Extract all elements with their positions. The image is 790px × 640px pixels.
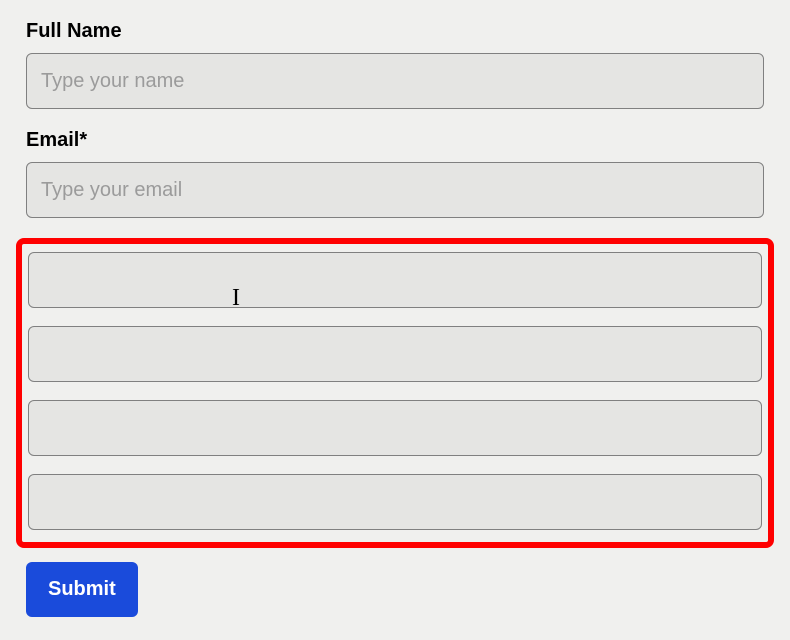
extra-input-4[interactable]: [28, 474, 762, 530]
full-name-input[interactable]: [26, 53, 764, 109]
contact-form: Full Name Email* Submit: [26, 20, 764, 617]
extra-input-1[interactable]: [28, 252, 762, 308]
extra-input-2[interactable]: [28, 326, 762, 382]
highlighted-fields-annotation: [16, 238, 774, 548]
email-group: Email*: [26, 129, 764, 218]
submit-button[interactable]: Submit: [26, 562, 138, 617]
full-name-label: Full Name: [26, 20, 764, 43]
email-input[interactable]: [26, 162, 764, 218]
full-name-group: Full Name: [26, 20, 764, 109]
email-label: Email*: [26, 129, 764, 152]
extra-input-3[interactable]: [28, 400, 762, 456]
